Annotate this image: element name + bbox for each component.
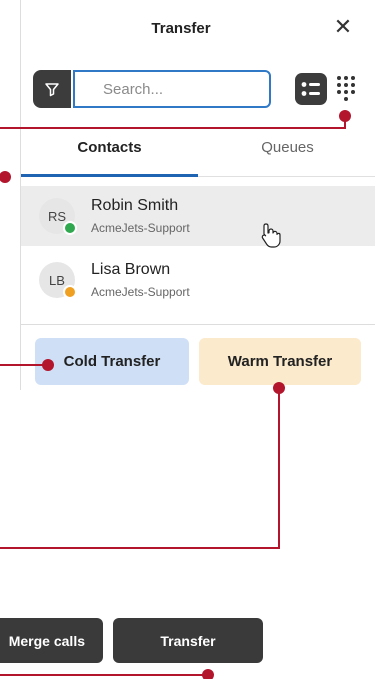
tab-bar: Contacts Queues: [21, 118, 375, 177]
dialpad-icon[interactable]: [335, 74, 357, 102]
status-available-dot: [63, 221, 77, 235]
contact-name: Robin Smith: [91, 197, 179, 214]
merge-calls-button[interactable]: Merge calls: [0, 618, 103, 663]
search-input[interactable]: [73, 70, 271, 108]
filter-icon: [45, 83, 59, 97]
panel-title: Transfer: [151, 20, 211, 37]
cold-transfer-button[interactable]: Cold Transfer: [35, 338, 189, 385]
panel-header: Transfer ✕: [21, 0, 375, 60]
avatar: LB: [39, 262, 77, 299]
callout-dot: [0, 171, 11, 183]
contact-team: AcmeJets-Support: [91, 285, 190, 299]
callout-dot: [202, 669, 214, 679]
avatar: RS: [39, 198, 77, 235]
divider: [21, 324, 375, 325]
contact-name: Lisa Brown: [91, 261, 171, 278]
filter-button[interactable]: [33, 70, 71, 108]
avatar-initials: RS: [47, 208, 67, 224]
transfer-button[interactable]: Transfer: [113, 618, 263, 663]
transfer-panel: Transfer ✕ Search... Contacts Queues RS …: [20, 0, 375, 390]
tab-contacts[interactable]: Contacts: [21, 118, 198, 177]
contact-row[interactable]: RS Robin Smith AcmeJets-Support: [21, 186, 375, 248]
list-icon: [301, 82, 320, 96]
close-icon[interactable]: ✕: [330, 14, 356, 40]
contact-list-toggle[interactable]: [295, 73, 327, 105]
tab-queues[interactable]: Queues: [199, 118, 375, 176]
search-row: [33, 70, 364, 108]
status-away-dot: [63, 285, 77, 299]
contact-row[interactable]: LB Lisa Brown AcmeJets-Support: [21, 250, 375, 310]
avatar-initials: LB: [49, 272, 65, 288]
hand-cursor-icon: [261, 223, 281, 248]
contact-team: AcmeJets-Support: [91, 221, 190, 235]
warm-transfer-button[interactable]: Warm Transfer: [199, 338, 361, 385]
